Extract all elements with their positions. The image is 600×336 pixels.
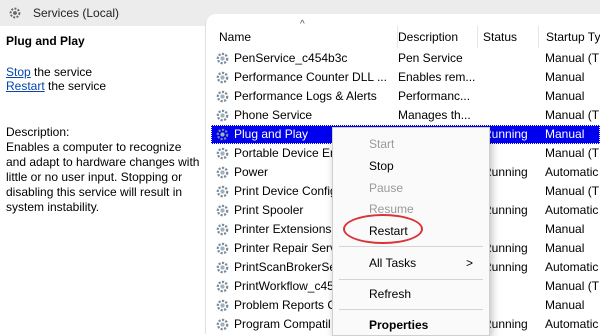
service-status: Running <box>483 127 528 141</box>
menu-item-resume[interactable]: Resume <box>333 199 489 219</box>
service-status <box>483 296 545 315</box>
service-name: Performance Logs & Alerts <box>234 89 377 103</box>
service-status: Running <box>483 241 528 255</box>
description-text: Enables a computer to recognize and adap… <box>6 140 200 214</box>
menu-label: Refresh <box>369 287 412 301</box>
service-description: Performanc... <box>398 89 471 103</box>
column-header: Name Description Status Startup Ty <box>205 26 600 48</box>
gear-icon <box>215 165 230 180</box>
service-startup-type: Manual <box>545 127 585 141</box>
table-row[interactable]: Performance Counter DLL ... Enables rem..… <box>211 68 600 87</box>
service-status: Running <box>483 260 528 274</box>
gear-icon <box>215 70 230 85</box>
menu-item-all-tasks[interactable]: All Tasks > <box>333 253 489 273</box>
menu-label: Pause <box>369 181 404 195</box>
column-name[interactable]: Name <box>211 26 398 48</box>
service-status <box>483 220 545 239</box>
service-startup-type: Manual (T <box>545 108 600 122</box>
service-status <box>483 277 545 296</box>
service-status <box>483 106 545 125</box>
service-details-pane: Plug and Play Stop the service Restart t… <box>0 26 205 334</box>
service-name: Phone Service <box>234 108 313 122</box>
table-row[interactable]: Phone Service Manages th... Manual (T <box>211 106 600 125</box>
table-row[interactable]: PenService_c454b3c Pen Service Manual (T <box>211 49 600 68</box>
service-startup-type: Manual <box>545 298 585 312</box>
menu-label: Properties <box>369 318 429 332</box>
chevron-right-icon: > <box>465 256 473 270</box>
menu-label: All Tasks <box>369 256 417 270</box>
stop-rest-text: the service <box>30 65 93 79</box>
column-status[interactable]: Status <box>475 26 539 48</box>
service-name: Performance Counter DLL ... <box>234 70 387 84</box>
gear-icon <box>215 146 230 161</box>
service-status <box>483 87 545 106</box>
service-startup-type: Manual (T <box>545 279 600 293</box>
gear-icon <box>215 51 230 66</box>
gear-icon <box>215 184 230 199</box>
table-row[interactable]: Performance Logs & Alerts Performanc... Ma… <box>211 87 600 106</box>
service-status <box>483 49 545 68</box>
service-startup-type: Manual (T <box>545 184 600 198</box>
gear-icon <box>215 260 230 275</box>
service-name: PenService_c454b3c <box>234 51 348 65</box>
gear-icon <box>215 317 230 332</box>
context-menu: Start Stop Pause Resume Restart All Task… <box>332 127 490 336</box>
window-title: Services (Local) <box>33 6 120 20</box>
gear-icon <box>215 279 230 294</box>
stop-line: Stop the service <box>6 65 92 79</box>
service-startup-type: Manual <box>545 241 585 255</box>
gear-icon <box>215 298 230 313</box>
service-startup-type: Manual <box>545 70 585 84</box>
menu-item-restart[interactable]: Restart <box>333 221 489 241</box>
service-startup-type: Manual (T <box>545 146 600 160</box>
menu-separator <box>339 246 483 247</box>
menu-item-refresh[interactable]: Refresh <box>333 284 489 304</box>
menu-item-pause[interactable]: Pause <box>333 178 489 198</box>
gear-icon <box>215 108 230 123</box>
gear-icon <box>215 89 230 104</box>
restart-line: Restart the service <box>6 79 106 93</box>
menu-item-stop[interactable]: Stop <box>333 156 489 176</box>
menu-label: Resume <box>369 202 414 216</box>
menu-separator <box>339 279 483 280</box>
column-description[interactable]: Description <box>390 26 478 48</box>
service-status <box>483 144 545 163</box>
restart-link[interactable]: Restart <box>6 79 45 93</box>
description-label: Description: <box>6 125 70 139</box>
service-description: Manages th... <box>398 108 471 122</box>
service-description: Pen Service <box>398 51 463 65</box>
menu-separator <box>339 309 483 310</box>
gear-icon <box>215 203 230 218</box>
stop-link[interactable]: Stop <box>6 65 31 79</box>
service-status <box>483 68 545 87</box>
service-startup-type: Automatic <box>545 260 599 274</box>
gear-icon <box>9 7 21 19</box>
restart-rest-text: the service <box>44 79 107 93</box>
service-heading: Plug and Play <box>6 34 85 48</box>
service-status: Running <box>483 165 528 179</box>
column-startup-type[interactable]: Startup Ty <box>538 26 600 48</box>
menu-label: Stop <box>369 159 394 173</box>
service-status <box>483 182 545 201</box>
service-status: Running <box>483 203 528 217</box>
menu-label: Restart <box>369 224 408 238</box>
service-startup-type: Automatic <box>545 203 599 217</box>
service-startup-type: Automatic <box>545 317 599 331</box>
gear-icon <box>215 241 230 256</box>
gear-icon <box>215 127 230 142</box>
service-description: Enables rem... <box>398 70 476 84</box>
menu-item-start[interactable]: Start <box>333 134 489 154</box>
menu-item-properties[interactable]: Properties <box>333 315 489 335</box>
service-startup-type: Manual <box>545 89 585 103</box>
gear-icon <box>215 222 230 237</box>
service-description: Description: Enables a computer to recog… <box>6 125 204 215</box>
service-startup-type: Manual (T <box>545 51 600 65</box>
service-startup-type: Manual <box>545 222 585 236</box>
service-startup-type: Automatic <box>545 165 599 179</box>
service-status: Running <box>483 317 528 331</box>
menu-label: Start <box>369 137 395 151</box>
